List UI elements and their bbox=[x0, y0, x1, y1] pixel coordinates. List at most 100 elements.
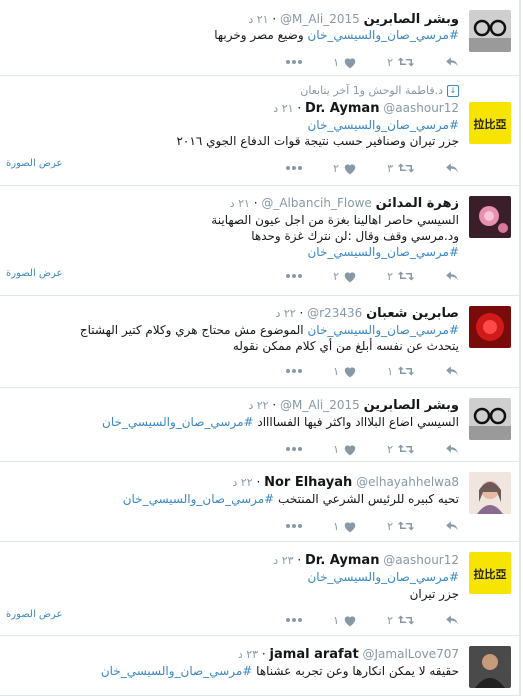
hashtag-link[interactable]: #مرسي_صان_والسيسي_خان bbox=[101, 664, 253, 678]
tweet[interactable]: وبشر الصابرين @M_Ali_2015 · ٢٢ د السيسي ا… bbox=[0, 388, 521, 462]
tweet-time[interactable]: ٢٢ د bbox=[275, 307, 295, 320]
like-button[interactable]: ١ bbox=[333, 443, 357, 456]
tweet[interactable]: زهرة المدائن @_Albancih_Flowe · ٢١ د السي… bbox=[0, 186, 521, 296]
heart-icon bbox=[343, 162, 357, 175]
heart-icon bbox=[343, 270, 357, 283]
tweet-time[interactable]: ٢١ د bbox=[273, 102, 293, 115]
retweet-icon bbox=[397, 520, 415, 532]
more-button[interactable] bbox=[285, 523, 303, 529]
retweet-button[interactable]: ٣ bbox=[387, 162, 415, 175]
more-button[interactable] bbox=[285, 368, 303, 374]
reply-button[interactable] bbox=[445, 614, 459, 626]
retweet-button[interactable]: ٢ bbox=[387, 56, 415, 69]
like-button[interactable]: ١ bbox=[333, 614, 357, 627]
tweet-time[interactable]: ٢٣ د bbox=[273, 554, 293, 567]
view-photo-link[interactable]: عرض الصورة bbox=[6, 268, 62, 279]
reply-icon bbox=[445, 56, 459, 68]
retweet-button[interactable]: ٢ bbox=[387, 614, 415, 627]
author-handle[interactable]: @r23436 bbox=[307, 306, 362, 320]
author-name[interactable]: Dr. Ayman bbox=[305, 553, 379, 568]
more-button[interactable] bbox=[285, 446, 303, 452]
avatar[interactable] bbox=[469, 196, 511, 238]
hashtag-link[interactable]: #مرسي_صان_والسيسي_خان bbox=[307, 118, 459, 132]
tweet-text-line: حقيقه لا يمكن انكارها وعن تجربه عشناها #… bbox=[101, 663, 459, 679]
avatar[interactable]: 拉比亞 bbox=[469, 552, 511, 594]
author-name[interactable]: صابرين شعبان bbox=[366, 306, 459, 321]
author-name[interactable]: زهرة المدائن bbox=[376, 196, 459, 211]
retweet-button[interactable]: ٢ bbox=[387, 520, 415, 533]
tweet-time[interactable]: ٢١ د bbox=[248, 13, 268, 26]
retweet-button[interactable]: ٢ bbox=[387, 443, 415, 456]
hashtag-link[interactable]: #مرسي_صان_والسيسي_خان bbox=[307, 323, 459, 337]
author-handle[interactable]: @M_Ali_2015 bbox=[280, 12, 360, 26]
tweet-feed: وبشر الصابرين @M_Ali_2015 · ٢١ د #مرسي_صا… bbox=[0, 0, 523, 696]
tweet-text: السيسي حاصر اهالينا بغزة من اجل عيون الص… bbox=[211, 213, 459, 227]
author-handle[interactable]: @_Albancih_Flowe bbox=[261, 196, 371, 210]
more-button[interactable] bbox=[285, 617, 303, 623]
tweet-text-line: تحيه كبيره للرئيس الشرعي المنتخب #مرسي_ص… bbox=[123, 491, 459, 507]
avatar[interactable] bbox=[469, 306, 511, 348]
more-button[interactable] bbox=[285, 273, 303, 279]
tweet-text: تحيه كبيره للرئيس الشرعي المنتخب bbox=[274, 492, 459, 506]
tweet[interactable]: صابرين شعبان @r23436 · ٢٢ د #مرسي_صان_وال… bbox=[0, 296, 521, 388]
tweet[interactable]: 拉比亞 Dr. Ayman @aashour12 · ٢٣ د #مرسي_صان_… bbox=[0, 542, 521, 636]
avatar[interactable] bbox=[469, 472, 511, 514]
like-button[interactable]: ١ bbox=[333, 365, 357, 378]
heart-icon bbox=[343, 614, 357, 627]
like-button[interactable]: ٢ bbox=[333, 162, 357, 175]
avatar[interactable]: 拉比亞 bbox=[469, 102, 511, 144]
retweeted-by-text[interactable]: د.فاطمة الوحش و1 آخر يتابعان bbox=[300, 84, 443, 97]
tweet-text-line: ود.مرسي وقف وقال :لن نترك غزة وحدها bbox=[251, 228, 459, 244]
tweet-text-line: #مرسي_صان_والسيسي_خان وضيع مصر وخربها bbox=[214, 27, 459, 43]
hashtag-link[interactable]: #مرسي_صان_والسيسي_خان bbox=[102, 415, 254, 429]
reply-button[interactable] bbox=[445, 162, 459, 174]
author-name[interactable]: jamal arafat bbox=[270, 647, 359, 662]
author-handle[interactable]: @JamalLove707 bbox=[363, 647, 459, 661]
avatar[interactable] bbox=[469, 10, 511, 52]
reply-button[interactable] bbox=[445, 270, 459, 282]
tweet[interactable]: Nor Elhayah @elhayahhelwa8 · ٢٢ د تحيه كب… bbox=[0, 462, 521, 542]
retweet-button[interactable]: ٢ bbox=[387, 270, 415, 283]
view-photo-link[interactable]: عرض الصورة bbox=[6, 158, 62, 169]
author-handle[interactable]: @M_Ali_2015 bbox=[280, 398, 360, 412]
reply-button[interactable] bbox=[445, 56, 459, 68]
hashtag-link[interactable]: #مرسي_صان_والسيسي_خان bbox=[123, 492, 275, 506]
like-button[interactable]: ٢ bbox=[333, 270, 357, 283]
tweet-time[interactable]: ٢٢ د bbox=[232, 476, 252, 489]
like-button[interactable]: ١ bbox=[333, 56, 357, 69]
like-count: ١ bbox=[333, 613, 340, 627]
tweet[interactable]: jamal arafat @JamalLove707 · ٢٣ د حقيقه ل… bbox=[0, 636, 521, 696]
tweet-time[interactable]: ٢١ د bbox=[230, 197, 250, 210]
author-name[interactable]: وبشر الصابرين bbox=[364, 12, 459, 27]
retweet-button[interactable]: ١ bbox=[387, 365, 415, 378]
more-dots-icon bbox=[285, 273, 303, 279]
hashtag-link[interactable]: #مرسي_صان_والسيسي_خان bbox=[307, 28, 459, 42]
author-name[interactable]: Nor Elhayah bbox=[264, 475, 352, 490]
more-button[interactable] bbox=[285, 165, 303, 171]
tweet-text: جزر تيران bbox=[409, 587, 459, 601]
reply-button[interactable] bbox=[445, 365, 459, 377]
tweet-text-line: #مرسي_صان_والسيسي_خان bbox=[307, 117, 459, 133]
tweet[interactable]: 拉比亞 ↓ د.فاطمة الوحش و1 آخر يتابعان Dr. Ayma… bbox=[0, 76, 521, 186]
reply-button[interactable] bbox=[445, 520, 459, 532]
hashtag-link[interactable]: #مرسي_صان_والسيسي_خان bbox=[307, 245, 459, 259]
author-name[interactable]: وبشر الصابرين bbox=[364, 398, 459, 413]
author-handle[interactable]: @elhayahhelwa8 bbox=[356, 475, 459, 489]
tweet-actions: ٢١ bbox=[255, 612, 459, 628]
author-handle[interactable]: @aashour12 bbox=[383, 553, 459, 567]
author-handle[interactable]: @aashour12 bbox=[383, 101, 459, 115]
more-button[interactable] bbox=[285, 59, 303, 65]
view-photo-link[interactable]: عرض الصورة bbox=[6, 609, 62, 620]
avatar[interactable] bbox=[469, 398, 511, 440]
tweet-time[interactable]: ٢٢ د bbox=[248, 399, 268, 412]
tweet[interactable]: وبشر الصابرين @M_Ali_2015 · ٢١ د #مرسي_صا… bbox=[0, 0, 521, 76]
more-dots-icon bbox=[285, 59, 303, 65]
tweet-time[interactable]: ٢٣ د bbox=[238, 648, 258, 661]
reply-button[interactable] bbox=[445, 443, 459, 455]
hashtag-link[interactable]: #مرسي_صان_والسيسي_خان bbox=[307, 570, 459, 584]
like-button[interactable]: ١ bbox=[333, 520, 357, 533]
tweet-text: الموضوع مش محتاج هري وكلام كتير الهشتاج bbox=[79, 323, 308, 337]
author-name[interactable]: Dr. Ayman bbox=[305, 101, 379, 116]
avatar[interactable] bbox=[469, 646, 511, 688]
retweet-icon bbox=[397, 162, 415, 174]
